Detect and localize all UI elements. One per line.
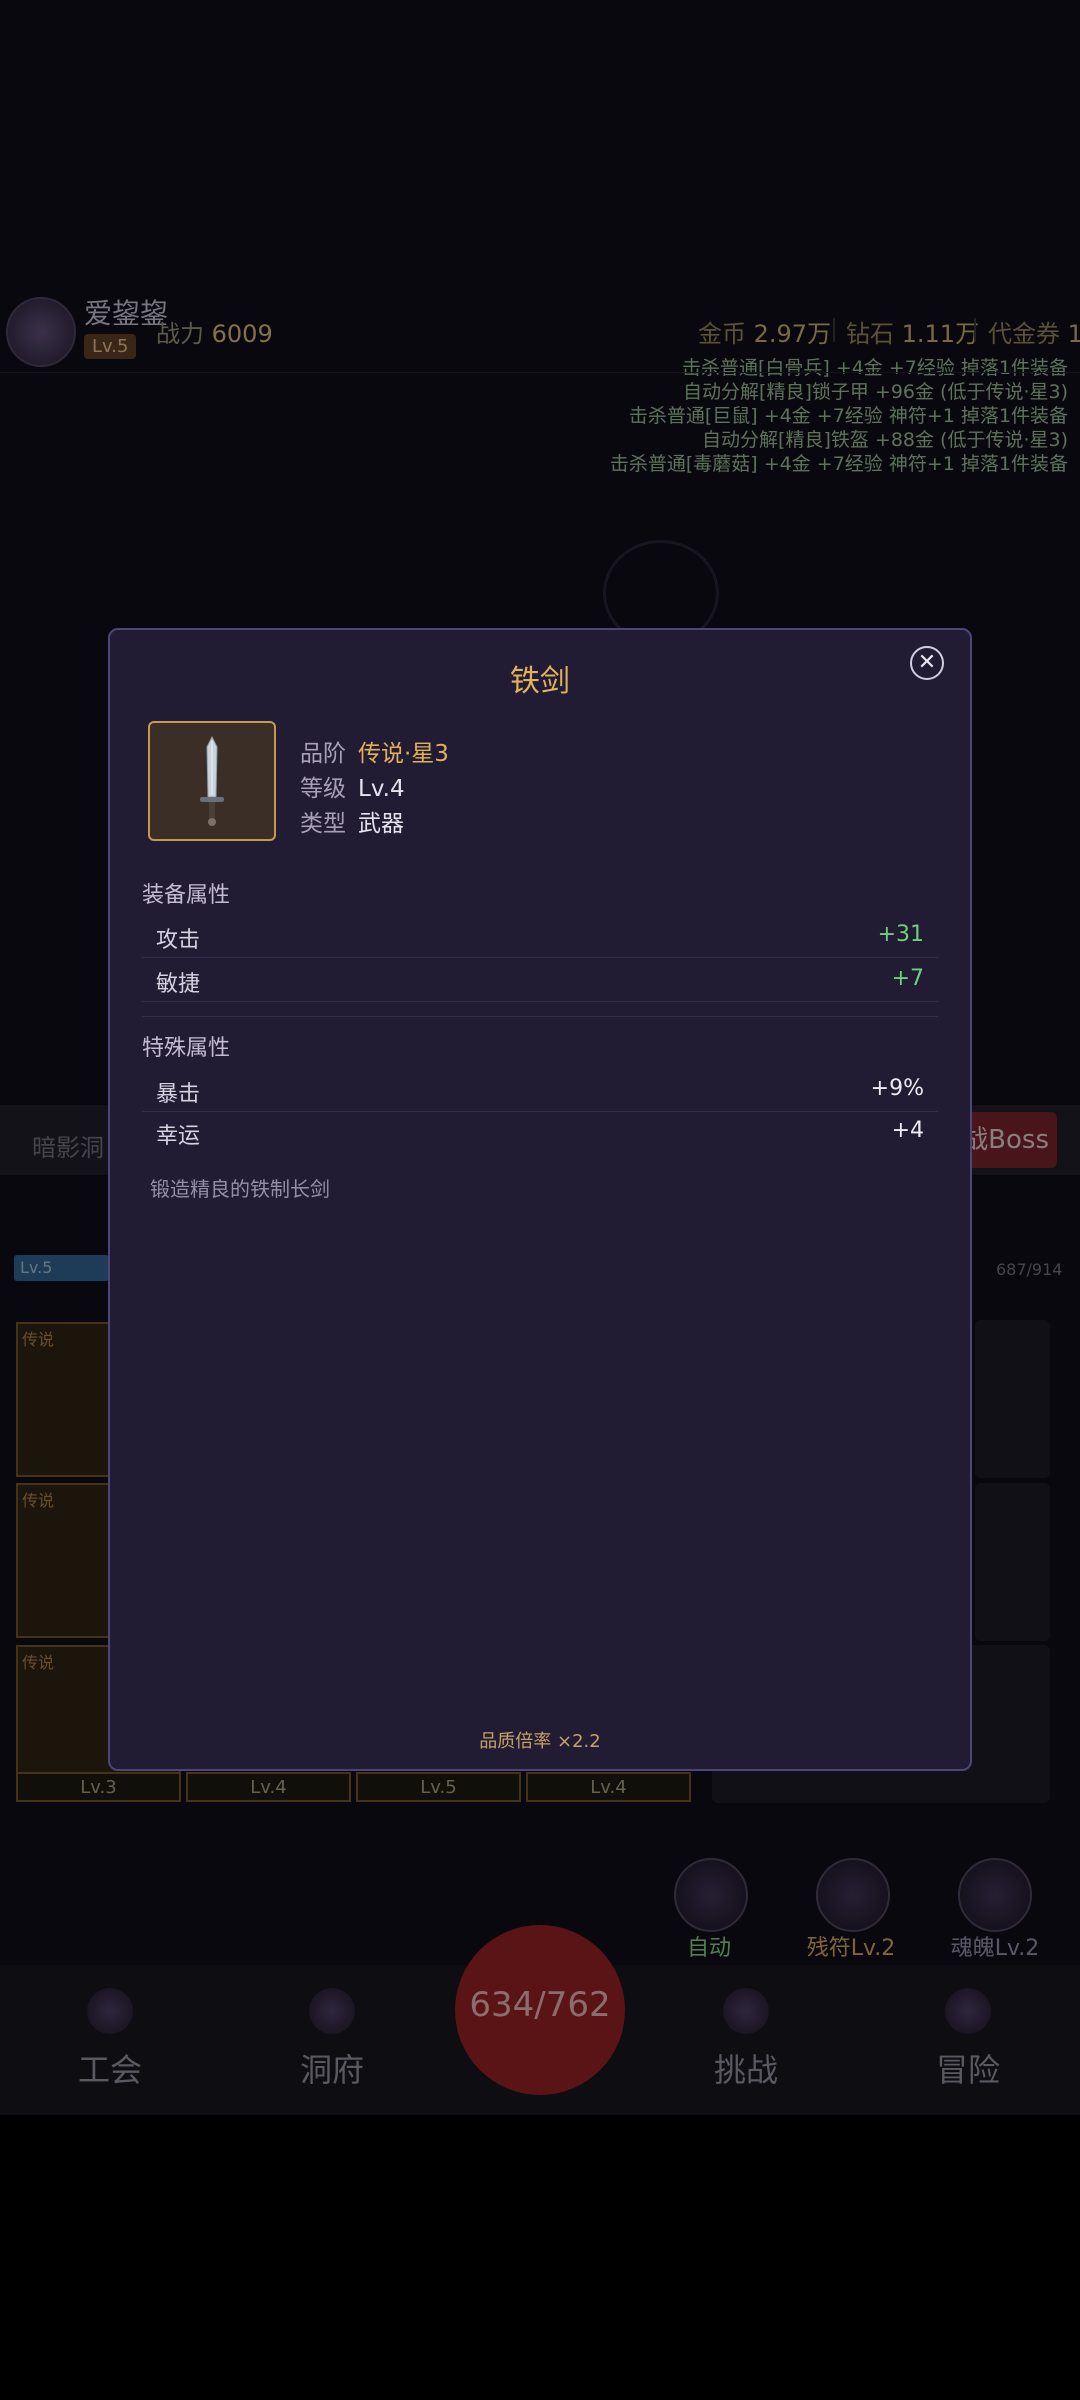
stat-row: 暴击 +9% xyxy=(142,1068,938,1112)
grade-value: 传说·星3 xyxy=(358,741,449,767)
item-description: 锻造精良的铁制长剑 xyxy=(150,1177,330,1201)
stat-value: +7 xyxy=(891,966,924,991)
type-value: 武器 xyxy=(358,811,404,837)
grade-label: 品阶 xyxy=(300,741,346,767)
level-label: 等级 xyxy=(300,776,346,802)
screen: 爱鋆鋆 Lv.5 战力 6009 金币 2.97万 钻石 1.11万 代金券 1… xyxy=(0,0,1080,2400)
item-image-frame xyxy=(148,721,276,841)
stat-value: +4 xyxy=(891,1118,924,1143)
stat-name: 暴击 xyxy=(156,1082,201,1107)
stat-value: +31 xyxy=(877,922,924,947)
sword-icon xyxy=(200,735,224,826)
special-attributes-title: 特殊属性 xyxy=(142,1036,231,1061)
stat-row: 幸运 +4 xyxy=(142,1110,938,1153)
item-detail-modal: 铁剑 ✕ 品阶 传说·星3 等级 Lv.4 类型 武器 装备属性 攻击 +31 敏捷 xyxy=(108,628,972,1771)
stat-name: 攻击 xyxy=(156,928,201,953)
type-label: 类型 xyxy=(300,811,346,837)
close-icon[interactable]: ✕ xyxy=(910,646,944,680)
item-title: 铁剑 xyxy=(510,664,570,699)
grade-row: 品阶 传说·星3 xyxy=(300,734,449,768)
stat-row: 敏捷 +7 xyxy=(142,958,938,1002)
stat-row: 攻击 +31 xyxy=(142,914,938,958)
stat-name: 敏捷 xyxy=(156,972,201,997)
section-divider xyxy=(142,1016,938,1017)
level-row: 等级 Lv.4 xyxy=(300,769,405,803)
equip-attributes-title: 装备属性 xyxy=(142,883,231,908)
quality-multiplier: 品质倍率 ×2.2 xyxy=(479,1731,601,1752)
stat-name: 幸运 xyxy=(156,1124,201,1149)
type-row: 类型 武器 xyxy=(300,804,404,838)
level-value: Lv.4 xyxy=(358,776,405,802)
stat-value: +9% xyxy=(870,1076,924,1101)
